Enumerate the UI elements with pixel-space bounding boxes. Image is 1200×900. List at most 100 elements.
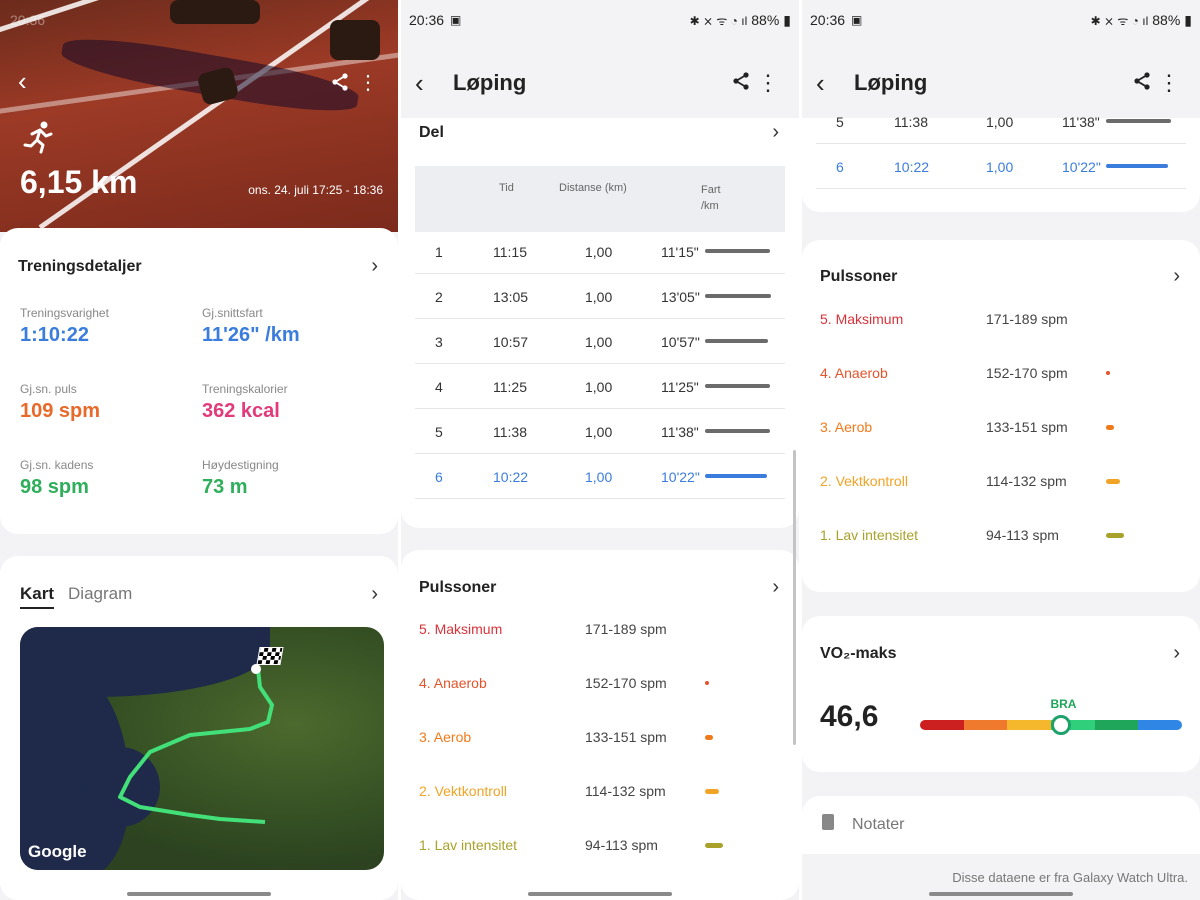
map-attribution: Google <box>28 842 87 861</box>
running-icon <box>22 120 56 162</box>
zone-time-bar <box>1106 371 1110 375</box>
map-chevron-icon[interactable]: › <box>371 583 378 606</box>
pace-bar <box>705 429 770 433</box>
split-n: 4 <box>435 379 443 395</box>
zone-name: 5. Maksimum <box>820 311 904 327</box>
stat-value: 98 spm <box>20 476 89 498</box>
status-time: 20:36 <box>810 12 846 28</box>
more-options-icon[interactable]: ⋮ <box>1158 70 1180 96</box>
finish-flag-icon <box>256 647 284 665</box>
column-tid: Tid <box>499 182 514 194</box>
route-line <box>118 664 274 824</box>
split-dist: 1,00 <box>585 469 613 485</box>
zone-time-bar <box>1106 479 1120 484</box>
notes-card[interactable]: Notater <box>802 796 1200 854</box>
scrollbar[interactable] <box>793 450 796 745</box>
map-tabs: Kart Diagram <box>20 584 132 609</box>
back-icon[interactable]: ‹ <box>816 68 825 99</box>
zones-vo2-panel: 20:36 ▣ ✱ ⨯ ᯤ ◔ ıl 88% ▮ ‹ Løping ⋮ Pulsson… <box>802 0 1200 900</box>
split-tid: 11:38 <box>894 114 928 130</box>
training-details-title: Treningsdetaljer <box>18 258 142 275</box>
battery-icon: ▮ <box>783 11 791 28</box>
pace-bar <box>705 384 770 388</box>
split-fart: 10'22" <box>661 469 700 485</box>
split-n: 5 <box>435 424 443 440</box>
tab-diagram[interactable]: Diagram <box>68 584 132 609</box>
share-icon[interactable] <box>1132 71 1152 96</box>
splits-panel: 20:36 ▣ ✱ ⨯ ᯤ ◔ ıl 88% ▮ ‹ Løping ⋮ Del › T… <box>401 0 799 900</box>
split-n: 3 <box>435 334 443 350</box>
route-map[interactable]: Google <box>20 627 384 870</box>
split-n: 6 <box>836 159 844 175</box>
zone-time-bar <box>705 789 719 794</box>
stat-value: 109 spm <box>20 400 101 422</box>
zone-name: 3. Aerob <box>820 419 873 435</box>
status-bar: 20:36 ▣ ✱ ⨯ ᯤ ◔ ıl 88% ▮ <box>810 10 1192 30</box>
home-indicator[interactable] <box>127 892 271 896</box>
app-bar: ‹ Løping ⋮ <box>401 58 799 108</box>
zone-range: 152-170 spm <box>585 675 667 691</box>
stat-value: 1:10:22 <box>20 324 89 346</box>
vo2max-value: 46,6 <box>820 700 879 733</box>
split-fart: 11'25" <box>661 379 699 395</box>
column-distanse: Distanse (km) <box>559 182 627 194</box>
vo2max-chevron-icon[interactable]: › <box>1173 642 1180 665</box>
share-icon[interactable] <box>330 72 350 97</box>
split-row: 1 11:15 1,00 11'15" <box>415 230 785 274</box>
splits-title: Del <box>419 124 444 141</box>
zone-name: 1. Lav intensitet <box>419 837 518 853</box>
home-indicator[interactable] <box>528 892 672 896</box>
home-indicator[interactable] <box>929 892 1073 896</box>
split-fart: 13'05" <box>661 289 700 305</box>
split-row: 5 11:38 1,00 11'38" <box>415 410 785 454</box>
split-n: 5 <box>836 114 844 130</box>
splits-chevron-icon[interactable]: › <box>772 121 779 144</box>
hero-image: 20:36 ‹ ⋮ 6,15 km ons. 24. juli 17:25 - … <box>0 0 398 232</box>
stat-value: 73 m <box>202 476 248 498</box>
tab-kart[interactable]: Kart <box>20 584 55 609</box>
split-dist: 1,00 <box>585 289 613 305</box>
vo2max-card[interactable]: VO₂-maks › 46,6 <box>802 616 1200 772</box>
split-n: 1 <box>435 244 443 260</box>
zone-time-bar <box>1106 533 1124 538</box>
zone-range: 152-170 spm <box>986 365 1068 381</box>
battery-level: 88% <box>751 12 780 28</box>
stat-label: Treningskalorier <box>202 382 288 396</box>
gallery-icon: ▣ <box>851 13 863 27</box>
zone-range: 133-151 spm <box>585 729 667 745</box>
pace-bar <box>705 474 767 478</box>
split-row: 4 11:25 1,00 11'25" <box>415 365 785 409</box>
chevron-right-icon[interactable]: › <box>371 255 378 278</box>
zone-range: 114-132 spm <box>585 783 666 799</box>
zone-time-bar <box>705 843 723 848</box>
back-icon[interactable]: ‹ <box>415 68 424 99</box>
heart-zones-chevron-icon[interactable]: › <box>1173 265 1180 288</box>
zone-name: 3. Aerob <box>419 729 472 745</box>
zone-name: 4. Anaerob <box>419 675 487 691</box>
split-fart: 11'15" <box>661 244 699 260</box>
workout-datetime: ons. 24. juli 17:25 - 18:36 <box>248 183 383 197</box>
status-icons: ✱ ⨯ ᯤ ◔ ıl <box>1090 13 1149 28</box>
status-icons: ✱ ⨯ ᯤ ◔ ıl <box>689 13 748 28</box>
split-tid: 11:38 <box>493 424 527 440</box>
split-fart: 11'38" <box>1062 114 1100 130</box>
pace-bar <box>1106 164 1168 168</box>
stat-label: Gj.sn. puls <box>20 382 77 396</box>
zone-range: 94-113 spm <box>585 837 658 853</box>
zone-name: 2. Vektkontroll <box>820 473 908 489</box>
workout-summary-panel: 20:36 ‹ ⋮ 6,15 km ons. 24. juli 17:25 - … <box>0 0 398 900</box>
more-options-icon[interactable]: ⋮ <box>358 70 378 95</box>
split-dist: 1,00 <box>585 379 613 395</box>
share-icon[interactable] <box>731 71 751 96</box>
split-tid: 11:15 <box>493 244 527 260</box>
more-options-icon[interactable]: ⋮ <box>757 70 779 96</box>
back-icon[interactable]: ‹ <box>18 66 27 97</box>
split-tid: 10:57 <box>493 334 529 350</box>
data-source-note: Disse dataene er fra Galaxy Watch Ultra. <box>952 870 1188 885</box>
split-tid: 13:05 <box>493 289 529 305</box>
zone-range: 171-189 spm <box>585 621 667 637</box>
zone-name: 2. Vektkontroll <box>419 783 507 799</box>
heart-zones-chevron-icon[interactable]: › <box>772 576 779 599</box>
notes-label: Notater <box>852 816 905 833</box>
zone-name: 1. Lav intensitet <box>820 527 919 543</box>
